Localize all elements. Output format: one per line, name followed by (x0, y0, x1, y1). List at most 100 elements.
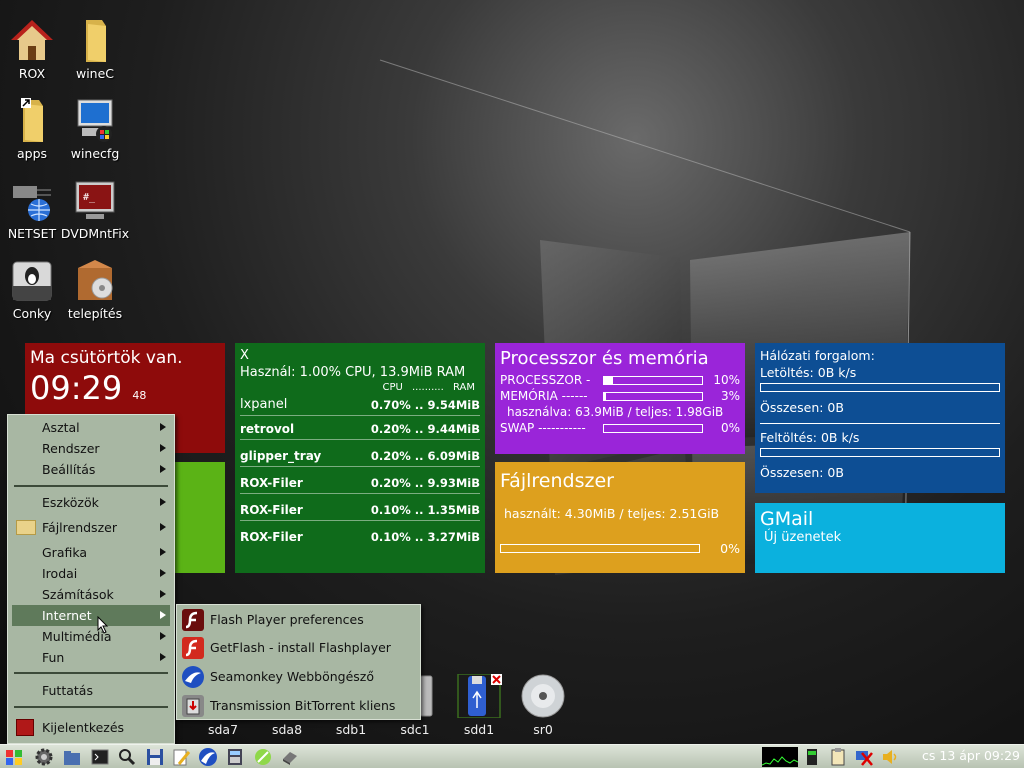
filesystem-bar (500, 544, 700, 553)
desktop-icon-telepites[interactable]: telepítés (60, 258, 130, 321)
desktop-icon-dvdmntfix[interactable]: #_ DVDMntFix (60, 178, 130, 241)
start-menu-button[interactable] (4, 747, 24, 767)
filesystem-tile: Fájlrendszer használt: 4.30MiB / teljes:… (495, 462, 745, 573)
process-name: glipper_tray (240, 449, 322, 463)
submenu-item-transmission[interactable]: Transmission BitTorrent kliens (180, 692, 417, 719)
drive-label: sdd1 (463, 722, 495, 737)
menu-item-rendszer[interactable]: Rendszer (12, 438, 170, 459)
cpu-memory-tile: Processzor és memória PROCESSZOR - 10% M… (495, 343, 745, 454)
menu-item-internet[interactable]: Internet (12, 605, 170, 626)
desktop-icon-winecfg[interactable]: winecfg (60, 98, 130, 161)
settings-gear-icon[interactable] (34, 747, 54, 767)
memory-used-text: használva: 63.9MiB / teljes: 1.98GiB (507, 405, 724, 419)
chevron-right-icon (160, 523, 166, 531)
folder-icon (72, 18, 118, 64)
desktop-icon-conky[interactable]: Conky (0, 258, 67, 321)
menu-item-eszkozok[interactable]: Eszközök (12, 492, 170, 513)
process-column-headers: CPU .......... RAM (382, 382, 475, 393)
conky-icon (9, 258, 55, 304)
chevron-right-icon (160, 423, 166, 431)
menu-item-beallitas[interactable]: Beállítás (12, 459, 170, 480)
menu-item-fajlrendszer[interactable]: Fájlrendszer (12, 517, 170, 538)
process-row: ROX-Filer 0.20% .. 9.93MiB (240, 476, 480, 490)
drive-label: sr0 (533, 722, 553, 737)
package-icon (72, 258, 118, 304)
desktop-icon-rox[interactable]: ROX (0, 18, 67, 81)
optical-drive-icon (518, 674, 568, 718)
flash-icon (182, 609, 204, 631)
desktop-icon-winec[interactable]: wineC (60, 18, 130, 81)
desktop-icon-label: Conky (12, 306, 52, 321)
process-value: 0.20% .. 6.09MiB (370, 449, 480, 463)
menu-separator (14, 672, 168, 674)
light-green-tile (175, 462, 225, 573)
mouse-cursor-icon (97, 616, 109, 634)
battery-icon[interactable] (802, 747, 822, 767)
download-total: Összesen: 0B (760, 400, 844, 415)
svg-text:#_: #_ (83, 192, 96, 203)
process-value: 0.20% .. 9.44MiB (370, 422, 480, 436)
desktop-icon-apps[interactable]: apps (0, 98, 67, 161)
menu-item-kijelentkezes[interactable]: Kijelentkezés (12, 717, 170, 738)
menu-separator (14, 485, 168, 487)
network-disconnected-icon[interactable] (854, 747, 874, 767)
submenu-item-getflash[interactable]: GetFlash - install Flashplayer (180, 634, 417, 661)
taskbar: cs 13 ápr 09:29 (0, 744, 1024, 768)
cpu-monitor-icon[interactable] (761, 747, 799, 767)
home-folder-icon[interactable] (62, 747, 82, 767)
desktop-icon-label: ROX (18, 66, 46, 81)
desktop-icon-netset[interactable]: NETSET (0, 178, 67, 241)
chevron-right-icon (160, 653, 166, 661)
search-icon[interactable] (117, 747, 137, 767)
cpu-row: PROCESSZOR - 10% (500, 373, 740, 387)
clock-display: 09:29 48 (30, 370, 220, 414)
menu-item-multimedia[interactable]: Multimédia (12, 626, 170, 647)
computer-icon (72, 98, 118, 144)
desktop-icon-label: apps (16, 146, 48, 161)
browser-icon[interactable] (198, 747, 218, 767)
terminal-icon[interactable] (90, 747, 110, 767)
calculator-icon[interactable] (225, 747, 245, 767)
paint-icon[interactable] (253, 747, 273, 767)
menu-item-fun[interactable]: Fun (12, 647, 170, 668)
desktop-icon-label: DVDMntFix (60, 226, 130, 241)
process-value: 0.10% .. 3.27MiB (370, 530, 480, 544)
menu-item-szamitasok[interactable]: Számítások (12, 584, 170, 605)
divider (240, 520, 480, 521)
process-row: ROX-Filer 0.10% .. 3.27MiB (240, 530, 480, 544)
start-menu: Asztal Rendszer Beállítás Eszközök Fájlr… (7, 414, 175, 744)
divider (240, 415, 480, 416)
menu-item-irodai[interactable]: Irodai (12, 563, 170, 584)
swap-bar (602, 423, 703, 433)
divider (240, 493, 480, 494)
desktop-icon-label: telepítés (67, 306, 123, 321)
swap-row: SWAP ----------- 0% (500, 421, 740, 435)
drive-label: sdc1 (400, 722, 430, 737)
process-value: 0.70% .. 9.54MiB (370, 397, 480, 412)
clock-seconds: 48 (132, 389, 147, 402)
taskbar-clock[interactable]: cs 13 ápr 09:29 (922, 748, 1020, 763)
process-tile-title: X (240, 348, 249, 363)
menu-item-asztal[interactable]: Asztal (12, 417, 170, 438)
network-icon (9, 178, 55, 224)
editor-icon[interactable] (171, 747, 191, 767)
clipboard-icon[interactable] (828, 747, 848, 767)
drive-sdd1[interactable]: sdd1 (454, 673, 504, 737)
filesystem-row: 0% (500, 541, 740, 556)
chevron-right-icon (160, 590, 166, 598)
submenu-item-flash-preferences[interactable]: Flash Player preferences (180, 606, 417, 633)
save-disk-icon[interactable] (145, 747, 165, 767)
submenu-item-seamonkey[interactable]: Seamonkey Webböngésző (180, 663, 417, 690)
memory-bar-fill (603, 392, 607, 400)
installer-icon[interactable] (280, 747, 300, 767)
volume-icon[interactable] (880, 747, 900, 767)
chevron-right-icon (160, 465, 166, 473)
home-icon (9, 18, 55, 64)
gmail-subtitle: Új üzenetek (764, 530, 842, 545)
desktop-icon-label: NETSET (7, 226, 57, 241)
menu-item-futtatas[interactable]: Futtatás (12, 680, 170, 701)
divider (760, 423, 1000, 424)
drive-sr0[interactable]: sr0 (518, 674, 568, 737)
drive-label: sdb1 (335, 722, 367, 737)
menu-item-grafika[interactable]: Grafika (12, 542, 170, 563)
